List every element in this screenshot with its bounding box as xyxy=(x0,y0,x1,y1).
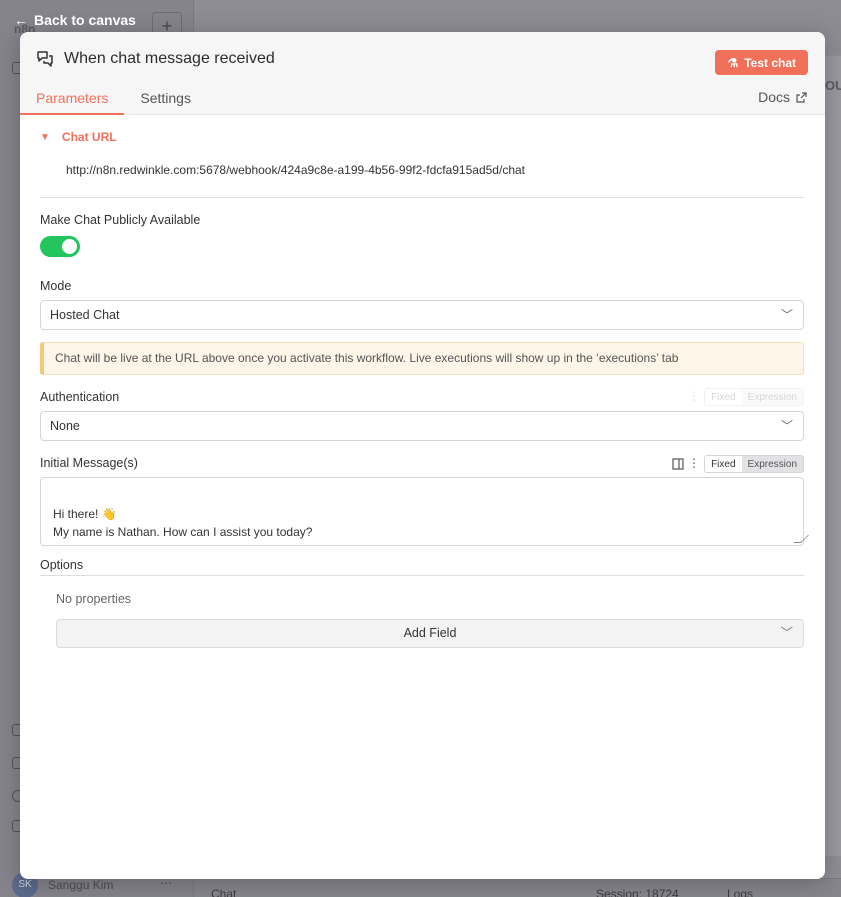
tab-parameters[interactable]: Parameters xyxy=(20,89,125,115)
auth-fixed-expression-toggle[interactable]: Fixed Expression xyxy=(704,388,804,406)
expression-option[interactable]: Expression xyxy=(742,456,803,472)
kebab-menu-icon[interactable]: ⋮ xyxy=(688,389,700,403)
options-label: Options xyxy=(40,558,84,572)
initial-messages-label: Initial Message(s) xyxy=(40,456,138,470)
test-chat-button[interactable]: ⚗ Test chat xyxy=(715,50,808,75)
chat-url-toggle[interactable]: ▼ Chat URL xyxy=(40,130,117,144)
chevron-down-icon: ▼ xyxy=(40,131,50,143)
initial-fixed-expression-toggle[interactable]: Fixed Expression xyxy=(704,455,804,473)
back-to-canvas-link[interactable]: ← Back to canvas xyxy=(14,12,136,28)
authentication-value: None xyxy=(50,419,80,433)
resize-handle-icon[interactable] xyxy=(793,535,809,543)
docs-label: Docs xyxy=(758,89,790,105)
initial-messages-value: Hi there! 👋 My name is Nathan. How can I… xyxy=(53,507,313,539)
chevron-down-icon: ﹀ xyxy=(780,308,793,322)
public-label: Make Chat Publicly Available xyxy=(40,213,201,227)
authentication-label: Authentication xyxy=(40,390,120,404)
split-view-icon[interactable] xyxy=(672,458,684,470)
chat-url-value: http://n8n.redwinkle.com:5678/webhook/42… xyxy=(66,163,525,177)
background-right-text: OU xyxy=(825,78,841,93)
background-bottom-bar: Chat Session: 18724 Logs xyxy=(194,878,841,897)
chevron-down-icon: ﹀ xyxy=(780,626,793,640)
toggle-knob xyxy=(62,239,77,254)
flask-icon: ⚗ xyxy=(727,55,739,70)
authentication-select[interactable]: None ﹀ xyxy=(40,411,804,441)
chevron-down-icon: ﹀ xyxy=(780,419,793,433)
docs-link[interactable]: Docs xyxy=(758,89,807,105)
activation-notice: Chat will be live at the URL above once … xyxy=(40,342,804,375)
back-to-canvas-label: Back to canvas xyxy=(34,12,136,28)
divider xyxy=(40,575,804,576)
mode-select[interactable]: Hosted Chat ﹀ xyxy=(40,300,804,330)
user-name: Sanggu Kim xyxy=(48,878,114,892)
bottom-tab-logs: Logs xyxy=(727,887,754,897)
divider xyxy=(40,197,804,198)
fixed-option[interactable]: Fixed xyxy=(705,456,742,472)
mode-value: Hosted Chat xyxy=(50,308,120,322)
modal-header: When chat message received ⚗ Test chat P… xyxy=(20,32,825,115)
kebab-menu-icon[interactable]: ⋮ xyxy=(688,456,700,470)
add-field-button[interactable]: Add Field ﹀ xyxy=(56,619,804,648)
initial-messages-textarea[interactable]: Hi there! 👋 My name is Nathan. How can I… xyxy=(40,477,809,546)
node-title[interactable]: When chat message received xyxy=(64,50,275,68)
bottom-tab-chat: Chat xyxy=(211,887,237,897)
bottom-session-label: Session: 18724 xyxy=(596,887,679,897)
tab-settings[interactable]: Settings xyxy=(124,89,207,115)
no-properties-text: No properties xyxy=(56,592,132,606)
mode-label: Mode xyxy=(40,279,72,293)
external-link-icon xyxy=(796,91,807,103)
chat-bubbles-icon xyxy=(37,51,53,67)
node-settings-modal: When chat message received ⚗ Test chat P… xyxy=(20,32,825,879)
background-right-panel xyxy=(825,56,841,856)
public-toggle[interactable] xyxy=(40,236,80,257)
fixed-option[interactable]: Fixed xyxy=(705,389,742,405)
add-field-label: Add Field xyxy=(403,626,457,640)
modal-title-row: When chat message received xyxy=(36,50,275,68)
arrow-left-icon: ← xyxy=(14,12,28,28)
expression-option[interactable]: Expression xyxy=(742,389,803,405)
chat-url-label: Chat URL xyxy=(61,130,117,144)
test-chat-label: Test chat xyxy=(744,55,796,70)
modal-tabs: Parameters Settings xyxy=(20,89,207,115)
